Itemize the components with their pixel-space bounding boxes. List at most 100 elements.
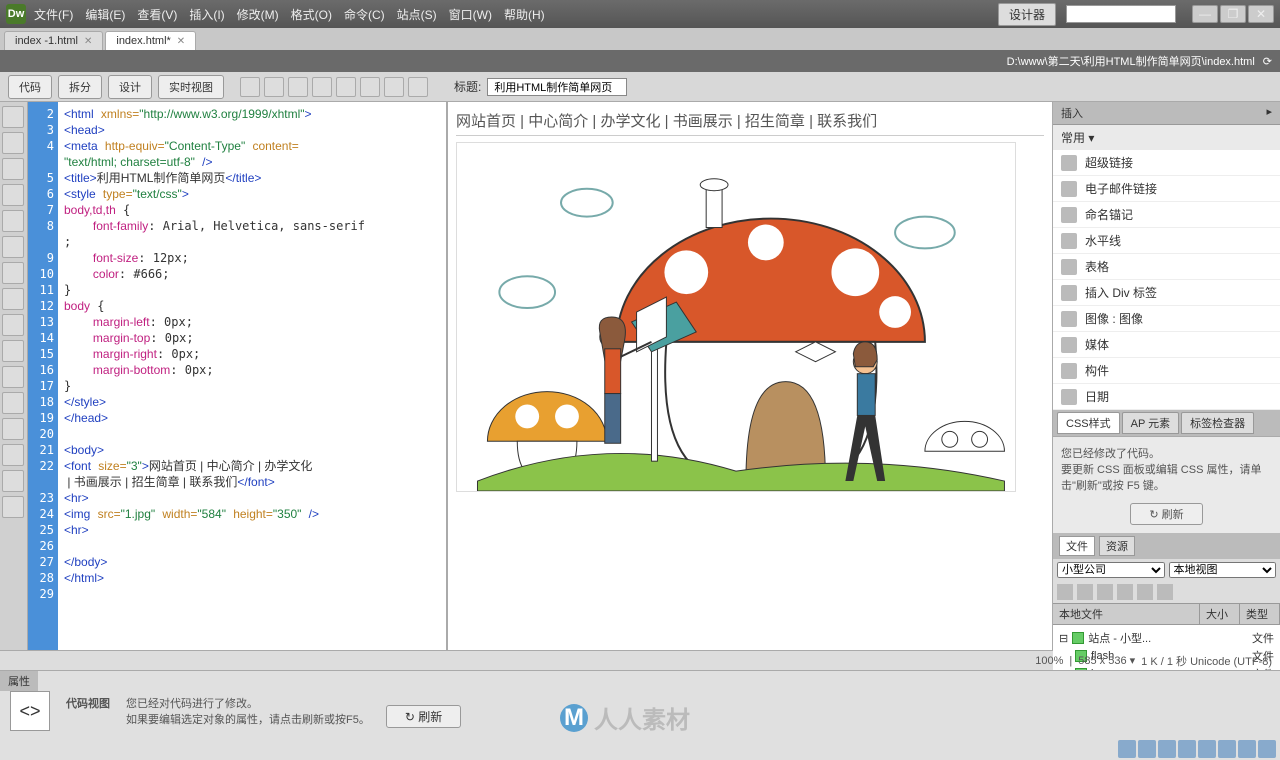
live-view-button[interactable]: 实时视图 [158,75,224,99]
tool-icon[interactable] [264,77,284,97]
css-refresh-button[interactable]: ↻ 刷新 [1130,503,1202,525]
files-tab[interactable]: 文件 [1059,536,1095,556]
menu-item[interactable]: 编辑(E) [85,6,125,23]
tool-icon[interactable] [2,366,24,388]
search-input[interactable] [1066,5,1176,23]
design-preview[interactable]: 网站首页 | 中心简介 | 办学文化 | 书画展示 | 招生简章 | 联系我们 [448,102,1052,650]
css-tab[interactable]: 标签检查器 [1181,412,1254,434]
tray-icon[interactable] [1198,740,1216,758]
maximize-button[interactable]: ❐ [1220,5,1246,23]
files-tab[interactable]: 资源 [1099,536,1135,556]
files-column-header[interactable]: 本地文件 [1053,604,1200,624]
close-tab-icon[interactable]: ✕ [177,36,185,47]
view-toolbar: 代码 拆分 设计 实时视图 标题: [0,72,1280,102]
insert-item[interactable]: 构件 [1053,358,1280,384]
menu-item[interactable]: 文件(F) [34,6,73,23]
insert-item[interactable]: 水平线 [1053,228,1280,254]
close-tab-icon[interactable]: ✕ [84,36,92,47]
close-button[interactable]: ✕ [1248,5,1274,23]
path-icon[interactable]: ⟳ [1263,55,1272,68]
document-tab[interactable]: index -1.html✕ [4,31,103,50]
tool-icon[interactable] [2,314,24,336]
tool-icon[interactable] [2,106,24,128]
tool-icon[interactable] [240,77,260,97]
file-tool-icon[interactable] [1117,584,1133,600]
insert-panel-header[interactable]: 插入▸ [1053,102,1280,125]
file-tool-icon[interactable] [1157,584,1173,600]
tool-icon[interactable] [2,392,24,414]
dimensions[interactable]: 585 x 536 ▾ [1078,654,1135,667]
menu-item[interactable]: 命令(C) [344,6,385,23]
prop-refresh-button[interactable]: ↻ 刷新 [386,705,461,728]
tool-icon[interactable] [2,496,24,518]
tool-icon[interactable] [2,158,24,180]
tray-icon[interactable] [1158,740,1176,758]
tool-icon[interactable] [2,418,24,440]
insert-item-icon [1061,233,1077,249]
css-tab[interactable]: AP 元素 [1122,412,1180,434]
tool-icon[interactable] [2,444,24,466]
insert-item[interactable]: 命名锚记 [1053,202,1280,228]
tool-icon[interactable] [2,262,24,284]
tool-icon[interactable] [384,77,404,97]
file-tool-icon[interactable] [1097,584,1113,600]
minimize-button[interactable]: — [1192,5,1218,23]
tool-icon[interactable] [2,288,24,310]
refresh-icon[interactable] [408,77,428,97]
tool-icon[interactable] [2,340,24,362]
file-tree-item[interactable]: ⊟ 站点 - 小型...文件 [1059,629,1274,647]
tool-icon[interactable] [312,77,332,97]
menu-item[interactable]: 修改(M) [237,6,279,23]
file-tool-icon[interactable] [1137,584,1153,600]
insert-category[interactable]: 常用 ▾ [1053,125,1280,150]
file-tool-icon[interactable] [1057,584,1073,600]
tray-icon[interactable] [1138,740,1156,758]
tray-icon[interactable] [1118,740,1136,758]
code-content[interactable]: <html xmlns="http://www.w3.org/1999/xhtm… [58,102,446,650]
file-tool-icon[interactable] [1077,584,1093,600]
prop-message-2: 如果要编辑选定对象的属性，请点击刷新或按F5。 [126,711,370,727]
menu-item[interactable]: 格式(O) [291,6,332,23]
files-column-header[interactable]: 大小 [1200,604,1240,624]
code-view-button[interactable]: 代码 [8,75,52,99]
document-tab[interactable]: index.html*✕ [105,31,196,50]
tool-icon[interactable] [288,77,308,97]
split-view-button[interactable]: 拆分 [58,75,102,99]
insert-item[interactable]: 电子邮件链接 [1053,176,1280,202]
document-tabs: index -1.html✕index.html*✕ [0,28,1280,50]
properties-header[interactable]: 属性 [0,671,38,691]
tray-icon[interactable] [1238,740,1256,758]
insert-item-icon [1061,259,1077,275]
files-tabs: 文件资源 [1053,533,1280,559]
insert-item[interactable]: 日期 [1053,384,1280,410]
design-view-button[interactable]: 设计 [108,75,152,99]
tool-icon[interactable] [2,210,24,232]
menu-item[interactable]: 窗口(W) [449,6,492,23]
insert-item[interactable]: 插入 Div 标签 [1053,280,1280,306]
code-editor[interactable]: 234 5678 910111213141516171819202122 232… [28,102,448,650]
site-select[interactable]: 小型公司 [1057,562,1165,578]
insert-item[interactable]: 超级链接 [1053,150,1280,176]
tray-icon[interactable] [1178,740,1196,758]
insert-item[interactable]: 媒体 [1053,332,1280,358]
tool-icon[interactable] [336,77,356,97]
insert-item[interactable]: 图像 : 图像 [1053,306,1280,332]
tool-icon[interactable] [2,184,24,206]
tool-icon[interactable] [2,236,24,258]
tool-icon[interactable] [2,470,24,492]
tool-icon[interactable] [360,77,380,97]
insert-item[interactable]: 表格 [1053,254,1280,280]
css-tab[interactable]: CSS样式 [1057,412,1120,434]
files-column-header[interactable]: 类型 [1240,604,1280,624]
menu-item[interactable]: 站点(S) [397,6,437,23]
view-select[interactable]: 本地视图 [1169,562,1277,578]
tool-icon[interactable] [2,132,24,154]
tray-icon[interactable] [1218,740,1236,758]
menu-item[interactable]: 插入(I) [189,6,224,23]
tray-icon[interactable] [1258,740,1276,758]
menu-item[interactable]: 查看(V) [137,6,177,23]
page-title-input[interactable] [487,78,627,96]
menu-item[interactable]: 帮助(H) [504,6,545,23]
designer-button[interactable]: 设计器 [998,3,1056,26]
zoom-level[interactable]: 100% [1035,655,1063,667]
